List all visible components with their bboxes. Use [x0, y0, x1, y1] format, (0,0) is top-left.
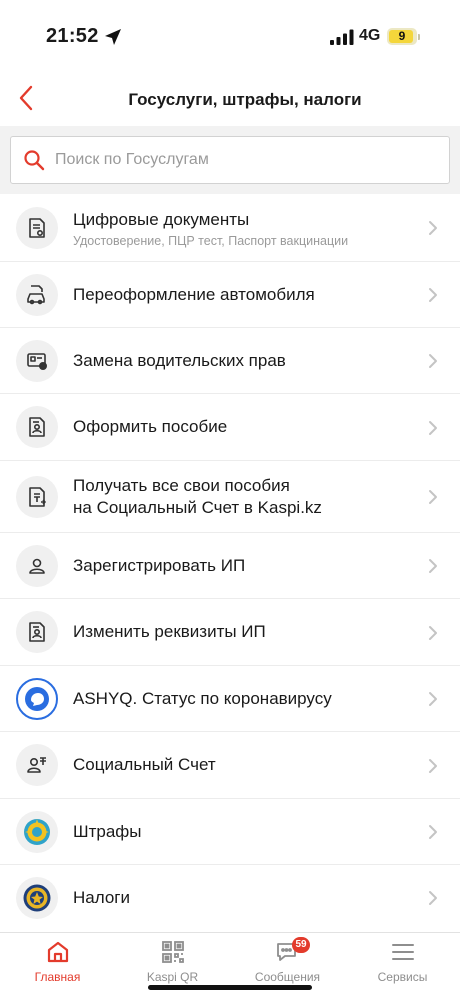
search-box[interactable] — [10, 136, 450, 184]
driver-license-icon — [16, 340, 58, 382]
services-list: Цифровые документы Удостоверение, ПЦР те… — [0, 194, 460, 931]
item-title: Штрафы — [73, 822, 142, 841]
kazakhstan-emblem-icon — [16, 811, 58, 853]
battery-level: 9 — [398, 29, 406, 43]
chevron-right-icon — [429, 759, 437, 773]
item-title: ASHYQ. Статус по коронавирусу — [73, 689, 332, 708]
list-item-ashyq[interactable]: ASHYQ. Статус по коронавирусу — [0, 666, 460, 732]
item-title: Переоформление автомобиля — [73, 285, 315, 304]
chevron-right-icon — [429, 626, 437, 640]
qr-code-icon — [161, 941, 184, 963]
home-indicator — [148, 985, 312, 990]
item-title-line2: на Социальный Счет в Kaspi.kz — [73, 498, 322, 517]
menu-icon — [391, 944, 414, 960]
list-item-fines[interactable]: Штрафы — [0, 799, 460, 865]
benefit-document-icon — [16, 406, 58, 448]
chevron-right-icon — [429, 559, 437, 573]
profile-document-icon — [16, 611, 58, 653]
chevron-right-icon — [429, 692, 437, 706]
item-title-line1: Получать все свои пособия — [73, 476, 290, 495]
list-item-driver-license[interactable]: Замена водительских прав — [0, 328, 460, 394]
messages-badge: 59 — [292, 937, 310, 953]
tax-committee-emblem-icon — [16, 877, 58, 919]
user-icon — [16, 545, 58, 587]
search-input[interactable] — [55, 140, 449, 180]
chevron-right-icon — [429, 825, 437, 839]
status-time: 21:52 — [46, 25, 99, 47]
item-title: Замена водительских прав — [73, 351, 286, 370]
chevron-right-icon — [429, 421, 437, 435]
tab-services[interactable]: Сервисы — [345, 939, 460, 995]
list-item-digital-documents[interactable]: Цифровые документы Удостоверение, ПЦР те… — [0, 194, 460, 262]
search-icon — [24, 150, 45, 171]
item-title: Цифровые документы — [73, 210, 250, 229]
car-icon — [16, 274, 58, 316]
list-item-apply-benefit[interactable]: Оформить пособие — [0, 394, 460, 461]
page-title: Госуслуги, штрафы, налоги — [128, 90, 362, 109]
tab-label: Сообщения — [254, 970, 321, 984]
home-icon — [47, 941, 68, 963]
digital-documents-icon — [16, 207, 58, 249]
chevron-right-icon — [429, 354, 437, 368]
network-type: 4G — [359, 27, 381, 44]
tenge-document-icon — [16, 476, 58, 518]
ashyq-logo-icon — [16, 678, 58, 720]
item-title: Социальный Счет — [73, 755, 216, 774]
item-title: Изменить реквизиты ИП — [73, 622, 266, 641]
chevron-right-icon — [429, 221, 437, 235]
item-title: Оформить пособие — [73, 417, 228, 436]
navigation-bar: Госуслуги, штрафы, налоги — [0, 70, 460, 126]
list-item-change-ip-requisites[interactable]: Изменить реквизиты ИП — [0, 599, 460, 666]
tab-label: Главная — [34, 970, 81, 984]
chevron-right-icon — [429, 288, 437, 302]
status-bar: 21:52 4G 9 — [0, 0, 460, 70]
search-section — [0, 126, 460, 194]
list-item-car-reregistration[interactable]: Переоформление автомобиля — [0, 262, 460, 328]
cellular-signal-icon — [330, 29, 354, 45]
item-title: Налоги — [73, 888, 130, 907]
list-item-social-account[interactable]: Социальный Счет — [0, 732, 460, 799]
social-account-icon — [16, 744, 58, 786]
location-arrow-icon — [105, 29, 121, 45]
list-item-benefits-to-social-account[interactable]: Получать все свои пособия на Социальный … — [0, 461, 460, 533]
chevron-right-icon — [429, 891, 437, 905]
tab-home[interactable]: Главная — [0, 939, 115, 995]
tab-label: Kaspi QR — [146, 970, 199, 984]
tab-label: Сервисы — [377, 970, 428, 984]
item-subtitle: Удостоверение, ПЦР тест, Паспорт вакцина… — [73, 234, 349, 248]
list-item-register-ip[interactable]: Зарегистрировать ИП — [0, 533, 460, 599]
list-item-taxes[interactable]: Налоги — [0, 865, 460, 931]
item-title: Зарегистрировать ИП — [73, 556, 246, 575]
chevron-right-icon — [429, 490, 437, 504]
battery-icon: 9 — [387, 28, 417, 45]
